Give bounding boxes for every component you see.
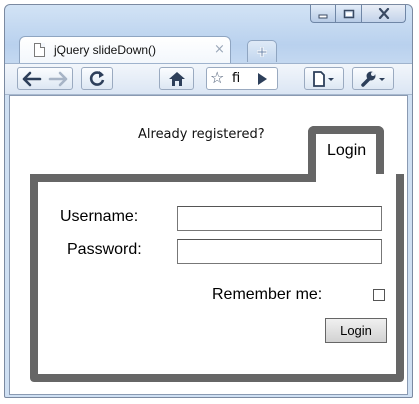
- home-icon: [168, 71, 185, 86]
- browser-toolbar: ☆ fi: [5, 63, 412, 95]
- back-icon[interactable]: [21, 71, 45, 87]
- browser-window: jQuery slideDown() × ☆ fi Already regist…: [4, 4, 413, 398]
- plus-icon: [257, 46, 267, 57]
- tab-strip: jQuery slideDown() ×: [19, 36, 399, 63]
- chevron-down-icon: [328, 77, 334, 81]
- chevron-down-icon: [379, 77, 385, 81]
- minimize-icon: [318, 14, 328, 18]
- username-input[interactable]: [177, 206, 382, 231]
- minimize-button[interactable]: [310, 5, 336, 23]
- document-icon: [34, 43, 45, 57]
- reload-icon: [89, 70, 105, 86]
- login-button[interactable]: Login: [325, 318, 387, 343]
- tab-close-icon[interactable]: ×: [214, 42, 225, 57]
- tab-title: jQuery slideDown(): [54, 43, 157, 57]
- tools-menu-button[interactable]: [352, 67, 394, 90]
- login-panel: Username: Password: Remember me: Login: [30, 174, 404, 382]
- already-registered-link[interactable]: Already registered?: [138, 127, 265, 142]
- home-button[interactable]: [159, 67, 194, 90]
- page-icon: [313, 70, 325, 87]
- forward-icon[interactable]: [45, 71, 69, 87]
- go-arrow-icon[interactable]: [258, 73, 267, 85]
- new-tab-button[interactable]: [247, 40, 277, 62]
- browser-tab[interactable]: jQuery slideDown() ×: [19, 36, 231, 63]
- remember-me-checkbox[interactable]: [373, 289, 385, 301]
- login-tab-label: Login: [327, 142, 367, 159]
- maximize-icon: [343, 9, 354, 18]
- close-window-button[interactable]: [362, 5, 406, 23]
- close-icon: [378, 8, 389, 19]
- login-tab[interactable]: Login: [308, 126, 384, 174]
- bookmark-star-icon[interactable]: ☆: [210, 70, 224, 86]
- reload-button[interactable]: [81, 67, 113, 90]
- username-label: Username:: [60, 208, 139, 225]
- page-menu-button[interactable]: [304, 67, 344, 90]
- address-text: fi: [232, 71, 241, 86]
- back-forward-group: [17, 67, 73, 90]
- page-content: Already registered? Login Username: Pass…: [9, 95, 408, 395]
- remember-me-label: Remember me:: [212, 286, 323, 303]
- window-controls: [310, 5, 406, 23]
- address-bar[interactable]: ☆ fi: [206, 67, 278, 90]
- maximize-button[interactable]: [336, 5, 362, 23]
- password-label: Password:: [67, 241, 142, 258]
- password-input[interactable]: [177, 239, 382, 264]
- wrench-icon: [361, 71, 376, 87]
